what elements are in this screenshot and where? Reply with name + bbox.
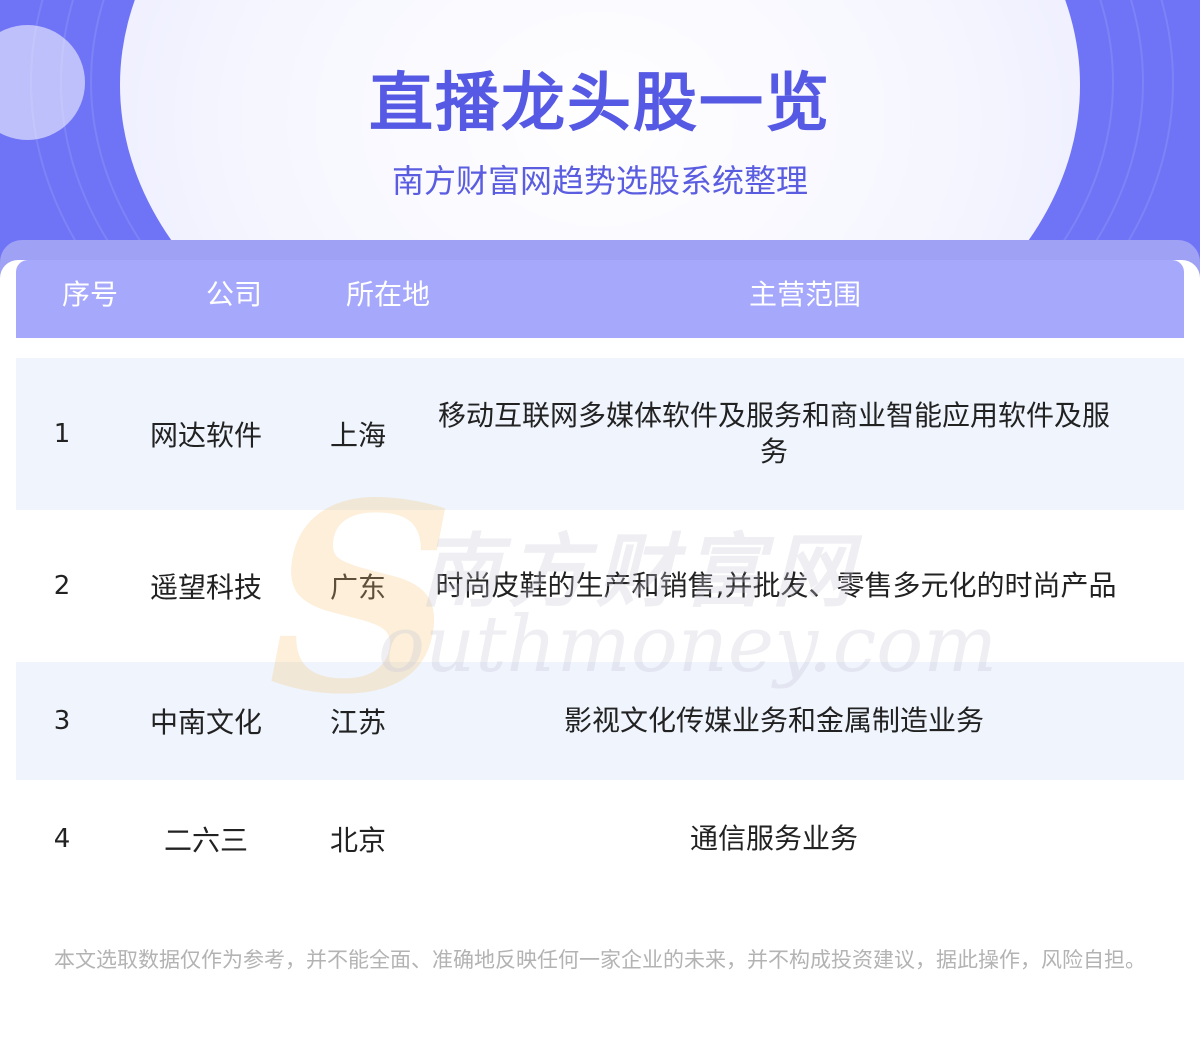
table-row: 2 遥望科技 广东 时尚皮鞋的生产和销售,并批发、零售多元化的时尚产品: [16, 510, 1184, 662]
column-header-scope: 主营范围: [748, 278, 861, 311]
row-index: 3: [53, 706, 71, 736]
row-location: 北京: [329, 824, 386, 857]
table-row: 1 网达软件 上海 移动互联网多媒体软件及服务和商业智能应用软件及服务: [16, 358, 1184, 510]
page-subtitle: 南方财富网趋势选股系统整理: [391, 162, 808, 200]
row-company: 中南文化: [149, 706, 262, 739]
page-title: 直播龙头股一览: [369, 67, 831, 141]
row-location: 江苏: [329, 706, 386, 739]
row-scope: 通信服务业务: [689, 822, 858, 855]
column-header-index: 序号: [61, 278, 118, 311]
row-scope: 移动互联网多媒体软件及服务和商业智能应用软件及服务: [437, 399, 1110, 468]
row-index: 4: [53, 824, 71, 854]
row-scope: 影视文化传媒业务和金属制造业务: [563, 704, 984, 737]
row-company: 遥望科技: [149, 571, 262, 604]
table-row: 3 中南文化 江苏 影视文化传媒业务和金属制造业务: [16, 662, 1184, 780]
row-location: 广东: [329, 571, 386, 604]
disclaimer-text: 本文选取数据仅作为参考，并不能全面、准确地反映任何一家企业的未来，并不构成投资建…: [54, 948, 1146, 972]
row-index: 2: [53, 571, 71, 601]
column-header-company: 公司: [205, 278, 262, 311]
row-company: 网达软件: [149, 419, 262, 452]
row-scope: 时尚皮鞋的生产和销售,并批发、零售多元化的时尚产品: [435, 569, 1117, 602]
row-company: 二六三: [163, 824, 248, 857]
stock-table-card: 序号 公司 所在地 主营范围 1 网达软件 上海 移动互联网多媒体软件及服务和商…: [0, 260, 1200, 1050]
row-index: 1: [53, 419, 71, 449]
row-location: 上海: [329, 419, 386, 452]
table-row: 4 二六三 北京 通信服务业务: [16, 780, 1184, 898]
table-header: 序号 公司 所在地 主营范围: [16, 260, 1184, 338]
